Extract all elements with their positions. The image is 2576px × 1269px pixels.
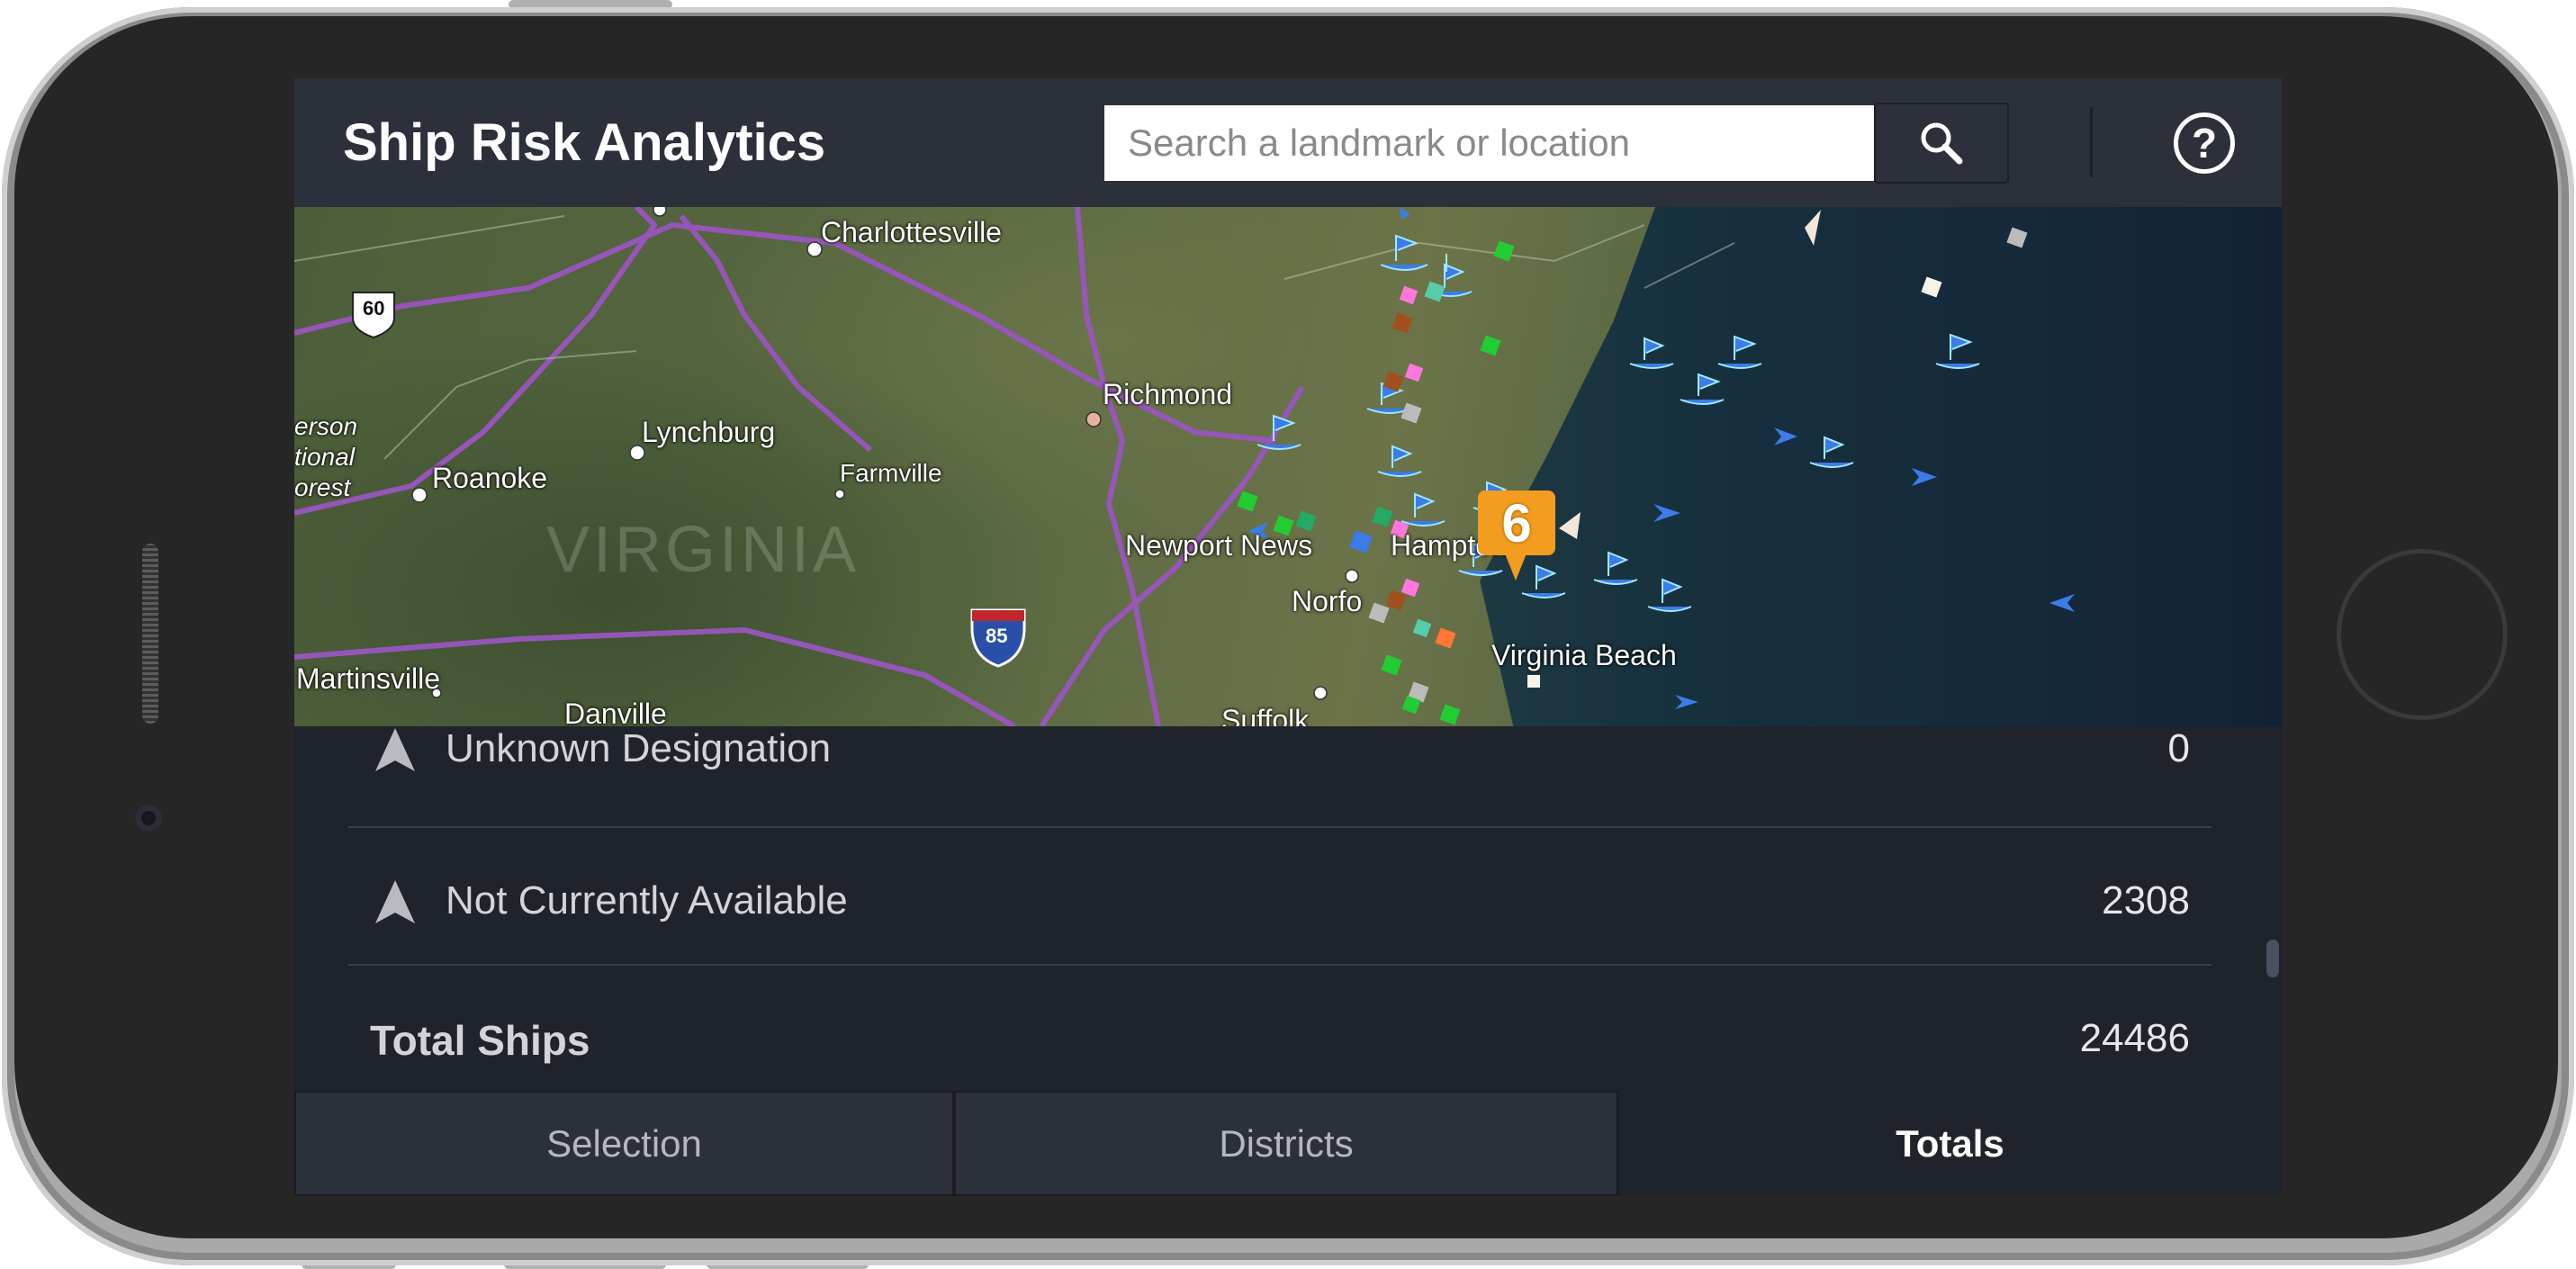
- map-label-jefferson-1: erson: [294, 412, 358, 440]
- map-label-lynchburg: Lynchburg: [642, 416, 776, 448]
- tab-selection[interactable]: Selection: [294, 1091, 954, 1196]
- map-label-charlottesville: Charlottesville: [821, 216, 1002, 248]
- navigation-arrow-icon: [375, 728, 415, 771]
- row-label: Not Currently Available: [446, 878, 848, 922]
- total-value: 24486: [2079, 1016, 2190, 1060]
- row-value: 2308: [2102, 878, 2190, 922]
- road-us29: [679, 214, 872, 453]
- tab-totals[interactable]: Totals: [1618, 1091, 2282, 1196]
- navigation-arrow-icon: [375, 880, 415, 923]
- phone-speaker: [142, 544, 158, 724]
- map-label-norfolk: Norfo: [1292, 585, 1363, 617]
- search-input[interactable]: [1104, 105, 1874, 181]
- help-button[interactable]: ?: [2174, 112, 2235, 174]
- totals-list[interactable]: Unknown Designation 0 Not Currently Avai…: [294, 726, 2282, 1097]
- list-scrollbar[interactable]: [2266, 940, 2279, 977]
- search-icon: [1921, 122, 1963, 165]
- tab-districts[interactable]: Districts: [954, 1091, 1618, 1196]
- tab-label: Selection: [546, 1121, 702, 1165]
- header-divider: [2090, 107, 2093, 177]
- app-header: Ship Risk Analytics ?: [294, 78, 2282, 207]
- phone-home-button[interactable]: [2337, 549, 2508, 720]
- map-label-jefferson-2: tional: [294, 443, 355, 471]
- total-label: Total Ships: [370, 1017, 590, 1064]
- row-label: Unknown Designation: [446, 726, 832, 770]
- map-label-virginia: VIRGINIA: [546, 514, 860, 586]
- tab-bar: Selection Districts Totals: [294, 1091, 2282, 1196]
- total-row: Total Ships 24486: [348, 966, 2211, 1103]
- map-label-farmville: Farmville: [840, 459, 942, 487]
- tab-label: Districts: [1219, 1121, 1354, 1165]
- map-label-jefferson-3: orest: [294, 473, 351, 501]
- phone-camera: [135, 805, 162, 832]
- app-screen: Ship Risk Analytics ?: [294, 78, 2282, 1196]
- map-label-virginia-beach: Virginia Beach: [1491, 639, 1677, 671]
- search-button[interactable]: [1874, 103, 2009, 184]
- map-view[interactable]: VIRGINIA Charlottesville Richmond Lynchb…: [294, 207, 2282, 726]
- us60-shield-label: 60: [363, 297, 385, 320]
- map-label-roanoke: Roanoke: [432, 462, 548, 494]
- app-title: Ship Risk Analytics: [343, 113, 826, 172]
- row-value: 0: [2167, 726, 2190, 770]
- i85-shield-label: 85: [986, 625, 1008, 647]
- map-label-newport-news: Newport News: [1125, 529, 1313, 562]
- ship-cluster-marker[interactable]: 6: [1478, 490, 1555, 580]
- list-item[interactable]: Unknown Designation 0: [348, 690, 2211, 828]
- list-item[interactable]: Not Currently Available 2308: [348, 828, 2211, 966]
- tab-label: Totals: [1896, 1121, 2004, 1165]
- help-icon: ?: [2191, 120, 2218, 166]
- map-overlay: [294, 207, 2075, 726]
- map-label-richmond: Richmond: [1103, 378, 1233, 410]
- cluster-count: 6: [1501, 492, 1532, 554]
